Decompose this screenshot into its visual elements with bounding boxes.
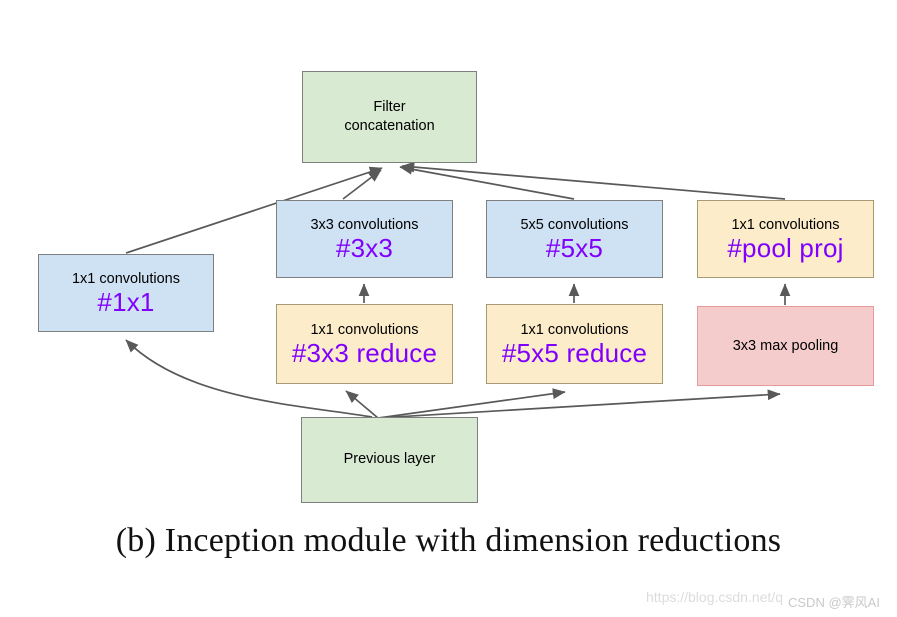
node-reduce-3x3-tag: #3x3 reduce [291,337,438,368]
node-conv-1x1-tag: #1x1 [97,286,155,317]
node-reduce-3x3[interactable]: 1x1 convolutions #3x3 reduce [276,304,453,384]
node-pool-proj[interactable]: 1x1 convolutions #pool proj [697,200,874,278]
node-filter-concatenation[interactable]: Filter concatenation [302,71,477,163]
node-filter-concatenation-label: Filter concatenation [344,98,435,134]
node-conv-5x5-tag: #5x5 [545,232,604,263]
node-reduce-5x5-title: 1x1 convolutions [520,322,629,339]
node-reduce-5x5[interactable]: 1x1 convolutions #5x5 reduce [486,304,663,384]
node-pool-proj-tag: #pool proj [727,232,844,263]
node-previous-layer-label: Previous layer [343,451,436,468]
edge-conv3x3-to-filter [342,169,382,200]
node-conv-5x5-title: 5x5 convolutions [520,217,629,234]
edge-poolproj-to-filter [401,161,786,200]
node-conv-3x3-title: 3x3 convolutions [310,217,419,234]
node-previous-layer[interactable]: Previous layer [301,417,478,503]
figure-caption: (b) Inception module with dimension redu… [115,522,782,559]
node-max-pooling-title: 3x3 max pooling [732,337,839,354]
diagram-canvas: Filter concatenation 1x1 convolutions #1… [0,0,897,617]
node-conv-3x3[interactable]: 3x3 convolutions #3x3 [276,200,453,278]
node-conv-1x1[interactable]: 1x1 convolutions #1x1 [38,254,214,332]
node-pool-proj-title: 1x1 convolutions [731,217,840,234]
watermark-brand: CSDN @霁风AI [788,595,880,610]
node-max-pooling[interactable]: 3x3 max pooling [697,306,874,386]
node-conv-5x5[interactable]: 5x5 convolutions #5x5 [486,200,663,278]
edge-conv5x5-to-filter [399,163,575,200]
node-reduce-3x3-title: 1x1 convolutions [310,322,419,339]
node-conv-3x3-tag: #3x3 [335,232,394,263]
edge-prev-to-maxpool [377,389,781,419]
node-conv-1x1-title: 1x1 convolutions [71,271,180,288]
watermark-url: https://blog.csdn.net/q [646,589,783,605]
edge-prev-to-reduce3x3 [345,390,379,419]
node-reduce-5x5-tag: #5x5 reduce [501,337,648,368]
edge-prev-to-reduce5x5 [377,388,566,419]
